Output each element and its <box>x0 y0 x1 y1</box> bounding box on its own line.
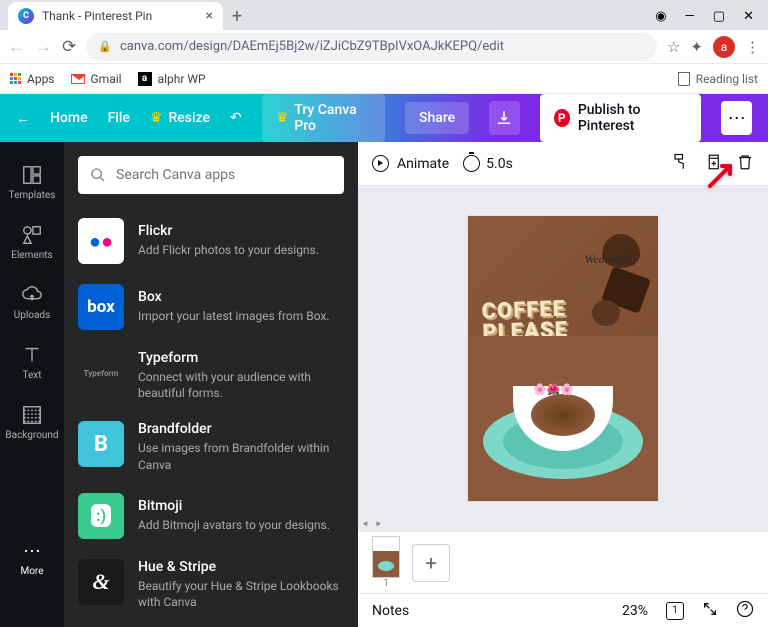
rail-more[interactable]: ⋯More <box>0 529 64 589</box>
search-apps[interactable] <box>78 156 344 194</box>
status-bar: Notes 23% 1 <box>358 593 768 627</box>
help-button[interactable] <box>736 600 754 622</box>
timer-icon <box>463 155 480 172</box>
new-tab-button[interactable]: + <box>223 2 251 30</box>
publish-pinterest-button[interactable]: PPublish to Pinterest <box>540 94 702 142</box>
add-page-button[interactable]: + <box>412 544 450 582</box>
hue-stripe-icon: & <box>78 559 124 605</box>
close-tab-icon[interactable]: × <box>206 8 213 24</box>
zoom-level[interactable]: 23% <box>622 603 648 619</box>
rail-uploads[interactable]: Uploads <box>0 272 64 332</box>
apps-panel: ●●FlickrAdd Flickr photos to your design… <box>64 142 358 627</box>
reload-icon[interactable]: ⟳ <box>62 37 76 57</box>
more-menu-button[interactable]: ⋯ <box>721 101 752 135</box>
app-flickr[interactable]: ●●FlickrAdd Flickr photos to your design… <box>78 208 344 274</box>
browser-titlebar: C Thank - Pinterest Pin × + ◉ — ▢ ✕ <box>0 0 768 30</box>
undo-button[interactable]: ↶ <box>230 110 242 126</box>
horizontal-scrollbar[interactable] <box>358 518 768 528</box>
resize-button[interactable]: ♛Resize <box>150 110 210 126</box>
crown-icon: ♛ <box>150 110 163 126</box>
app-typeform[interactable]: TypeformTypeformConnect with your audien… <box>78 340 344 411</box>
record-icon[interactable]: ◉ <box>655 9 666 24</box>
profile-avatar[interactable]: a <box>713 36 735 58</box>
bookmark-gmail[interactable]: Gmail <box>71 72 122 86</box>
rail-background[interactable]: Background <box>0 392 64 452</box>
maximize-icon[interactable]: ▢ <box>713 9 725 24</box>
download-button[interactable] <box>489 101 520 135</box>
bookmark-alphr[interactable]: a alphr WP <box>138 72 206 86</box>
design-stage[interactable]: Wednesday COFFEEPLEASE 🌸🌺🌸 <box>358 186 768 531</box>
app-bitmoji[interactable]: :)BitmojiAdd Bitmoji avatars to your des… <box>78 483 344 549</box>
crown-icon: ♛ <box>276 110 289 126</box>
reading-list-icon <box>678 72 690 86</box>
reading-list[interactable]: Reading list <box>678 72 758 86</box>
bitmoji-icon: :) <box>78 493 124 539</box>
alphr-icon: a <box>138 72 152 86</box>
gmail-icon <box>71 74 85 84</box>
star-icon[interactable]: ☆ <box>667 38 680 56</box>
annotation-arrow <box>708 162 734 188</box>
search-input[interactable] <box>116 167 332 183</box>
app-hue-stripe[interactable]: &Hue & StripeBeautify your Hue & Stripe … <box>78 549 344 620</box>
side-rail: Templates Elements Uploads Text Backgrou… <box>0 142 64 627</box>
page-strip: 1 + <box>358 531 768 593</box>
address-bar: ← → ⟳ 🔒 canva.com/design/DAEmEj5Bj2w/iZJ… <box>0 30 768 64</box>
back-arrow[interactable]: ← <box>16 110 30 127</box>
flickr-icon: ●● <box>78 218 124 264</box>
tab-title: Thank - Pinterest Pin <box>42 9 152 23</box>
rail-templates[interactable]: Templates <box>0 152 64 212</box>
design-canvas[interactable]: Wednesday COFFEEPLEASE 🌸🌺🌸 <box>468 216 658 501</box>
typeform-icon: Typeform <box>78 350 124 396</box>
file-menu[interactable]: File <box>108 110 130 126</box>
weekday-text[interactable]: Wednesday <box>584 252 638 267</box>
apps-icon <box>10 73 21 84</box>
back-icon[interactable]: ← <box>8 37 25 57</box>
brandfolder-icon: B <box>78 421 124 467</box>
window-controls: ◉ — ▢ ✕ <box>655 9 768 30</box>
forward-icon[interactable]: → <box>35 37 52 57</box>
delete-page-button[interactable] <box>736 153 754 175</box>
duration-button[interactable]: 5.0s <box>463 155 513 172</box>
animate-button[interactable]: Animate <box>372 155 449 172</box>
canva-favicon: C <box>18 8 34 24</box>
bookmark-apps[interactable]: Apps <box>10 72 55 86</box>
grid-view-button[interactable]: 1 <box>666 602 684 620</box>
box-icon: box <box>78 284 124 330</box>
rail-elements[interactable]: Elements <box>0 212 64 272</box>
canvas-area: Animate 5.0s Wednesday COFFEEPLEASE 🌸🌺🌸 <box>358 142 768 627</box>
fullscreen-button[interactable] <box>702 601 718 621</box>
minimize-icon[interactable]: — <box>685 9 695 24</box>
canvas-toolbar: Animate 5.0s <box>358 142 768 186</box>
chrome-menu-icon[interactable]: ⋮ <box>745 38 760 56</box>
app-box[interactable]: boxBoxImport your latest images from Box… <box>78 274 344 340</box>
close-window-icon[interactable]: ✕ <box>743 9 754 24</box>
app-brandfolder[interactable]: BBrandfolderUse images from Brandfolder … <box>78 411 344 482</box>
lock-icon: 🔒 <box>98 40 112 53</box>
url-text: canva.com/design/DAEmEj5Bj2w/iZJiCbZ9TBp… <box>120 39 504 54</box>
page-thumbnail[interactable]: 1 <box>372 536 400 589</box>
app-brandfetch[interactable]: BBrandfetchAdd your favorite logos to yo… <box>78 620 344 627</box>
share-button[interactable]: Share <box>405 102 469 134</box>
animate-icon <box>372 155 389 172</box>
pinterest-icon: P <box>554 109 570 127</box>
canva-top-bar: ← Home File ♛Resize ↶ ♛Try Canva Pro Sha… <box>0 94 768 142</box>
try-pro-button[interactable]: ♛Try Canva Pro <box>262 94 385 142</box>
bookmarks-bar: Apps Gmail a alphr WP Reading list <box>0 64 768 94</box>
home-button[interactable]: Home <box>50 110 88 126</box>
chocolate-round <box>592 300 620 326</box>
app-list: ●●FlickrAdd Flickr photos to your design… <box>64 208 358 627</box>
extensions-icon[interactable]: ✦ <box>690 38 703 56</box>
search-icon <box>90 167 106 183</box>
rail-text[interactable]: Text <box>0 332 64 392</box>
copy-style-button[interactable] <box>672 153 690 175</box>
notes-button[interactable]: Notes <box>372 603 409 619</box>
browser-tab[interactable]: C Thank - Pinterest Pin × <box>8 2 223 30</box>
url-bar[interactable]: 🔒 canva.com/design/DAEmEj5Bj2w/iZJiCbZ9T… <box>86 33 657 61</box>
